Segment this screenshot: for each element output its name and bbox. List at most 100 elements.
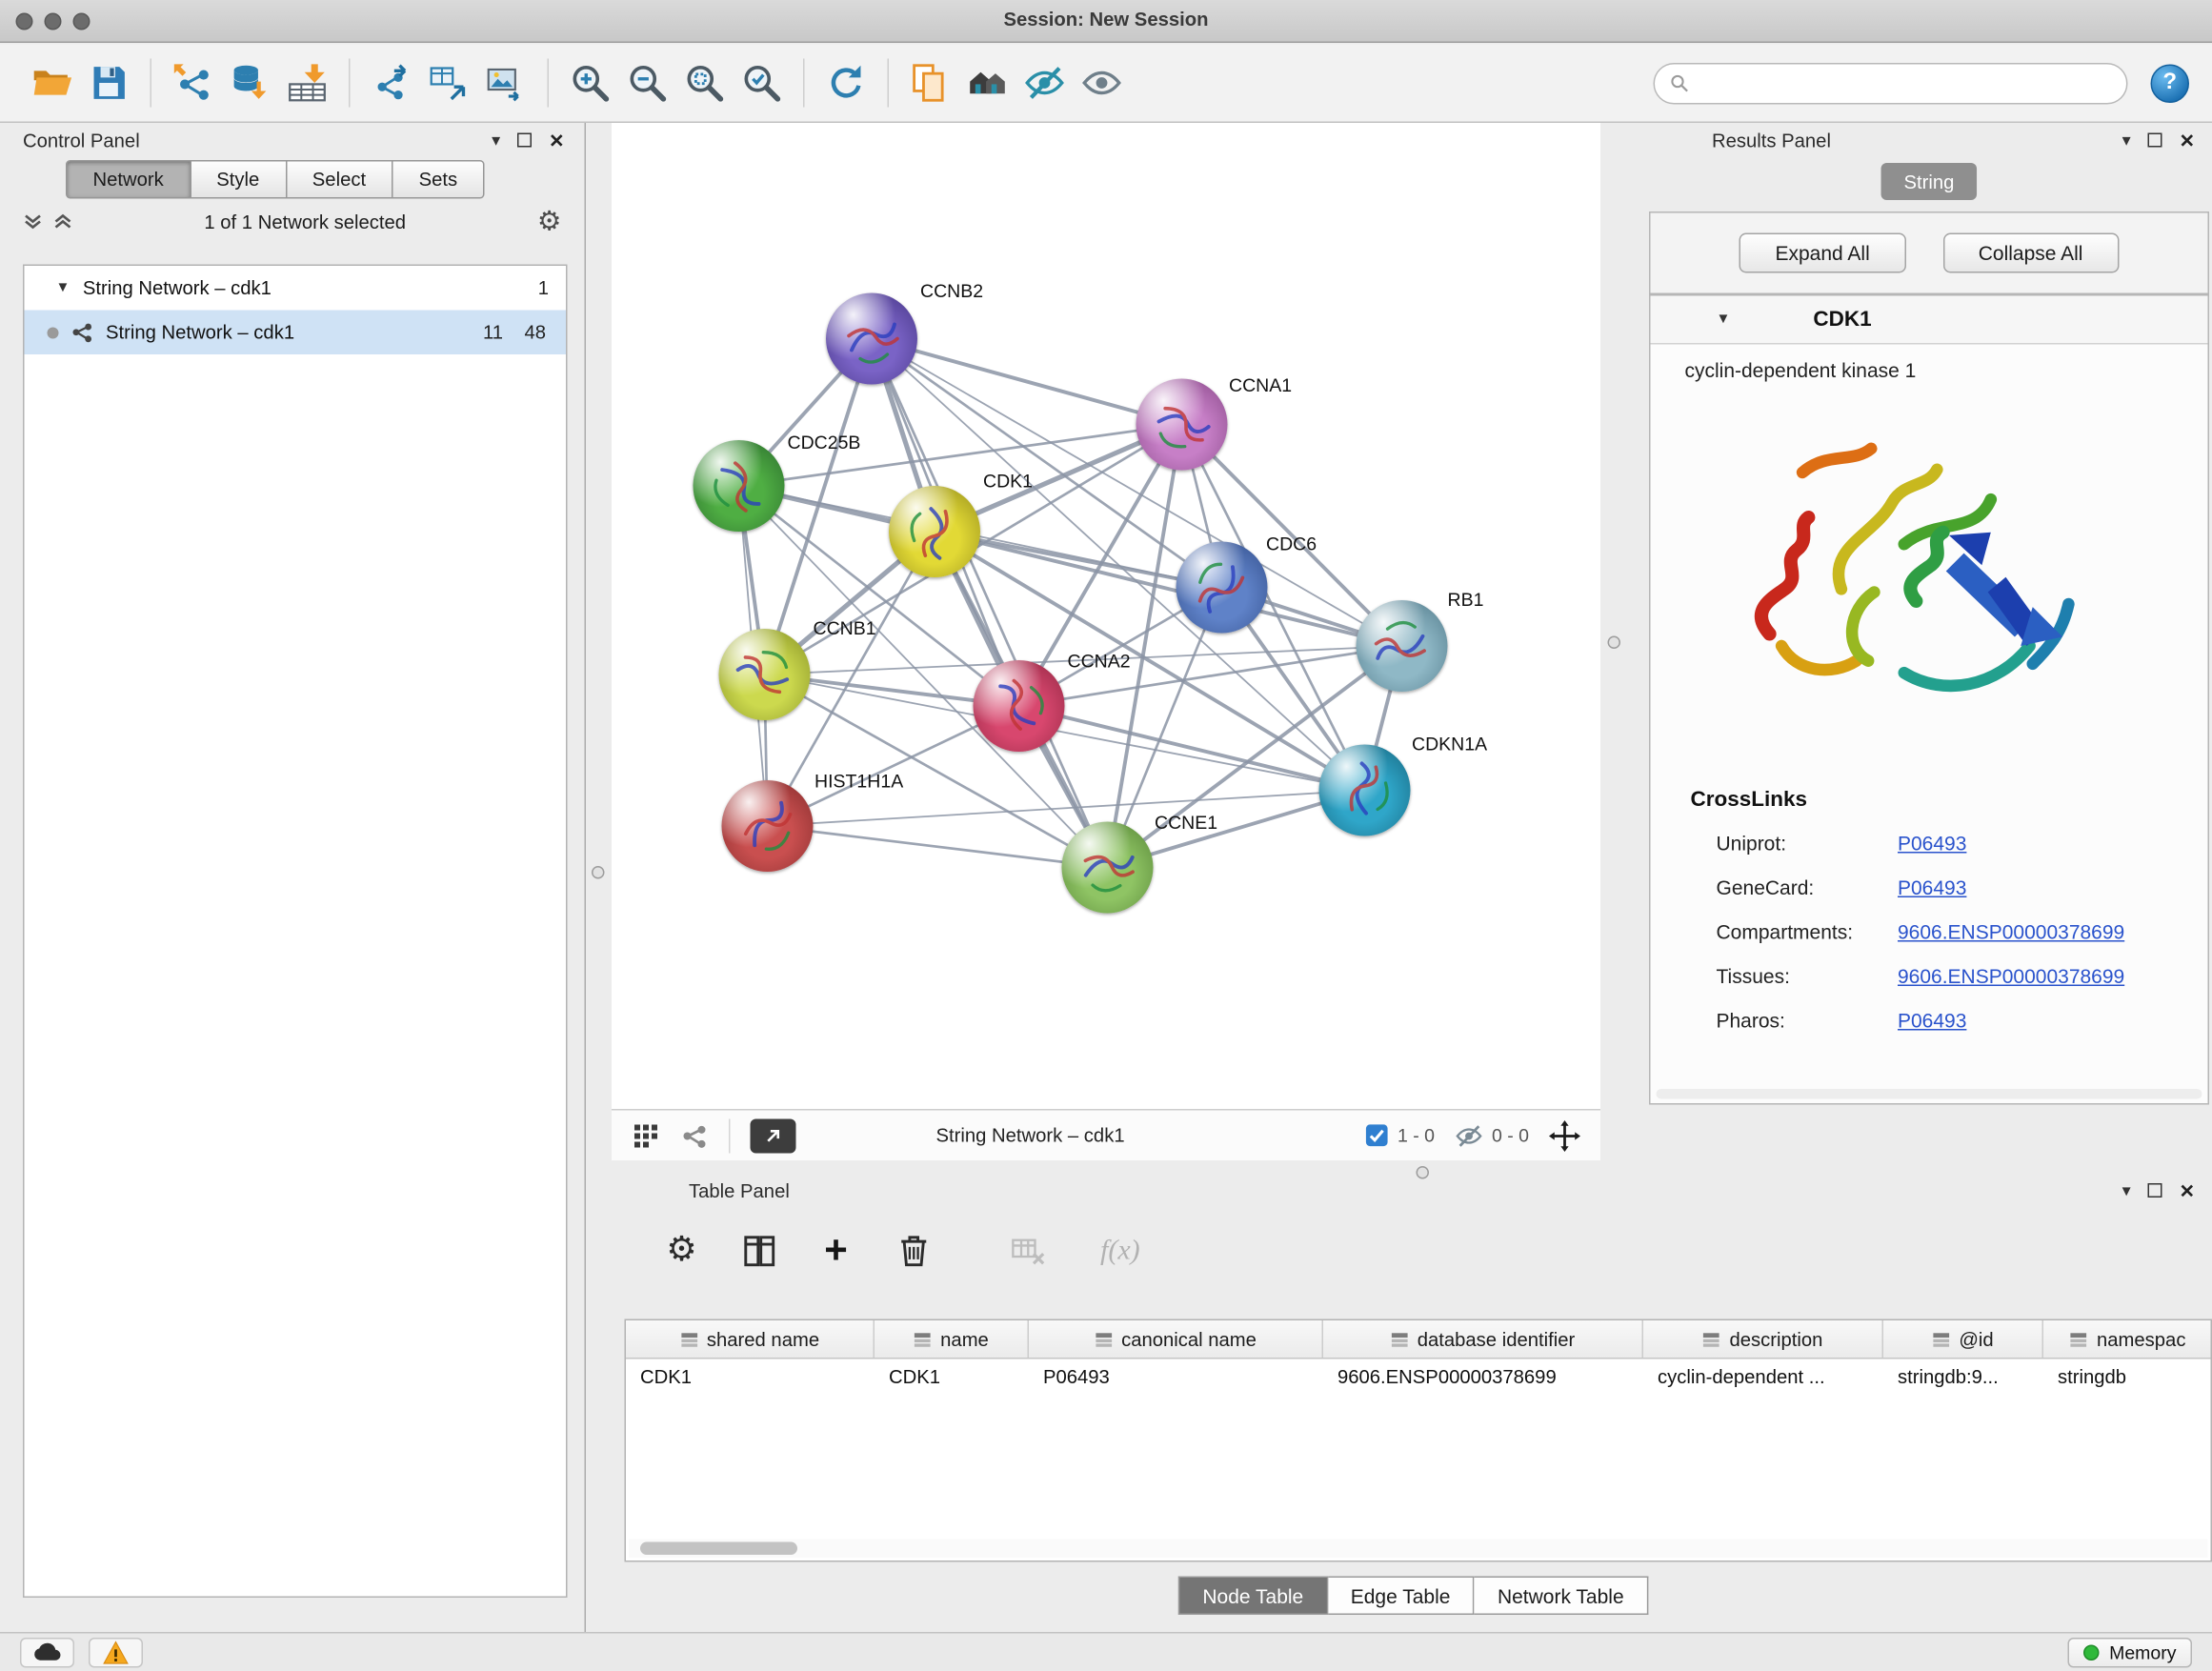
help-button[interactable]: ? <box>2151 64 2190 103</box>
table-cell[interactable]: CDK1 <box>875 1359 1029 1399</box>
table-tab-node-table[interactable]: Node Table <box>1178 1577 1328 1616</box>
import-network-file-button[interactable] <box>165 54 222 111</box>
table-cell[interactable]: stringdb:9... <box>1883 1359 2043 1399</box>
hide-selected-button[interactable] <box>1016 54 1074 111</box>
network-from-table-button[interactable] <box>420 54 477 111</box>
function-builder-button[interactable]: f(x) <box>1100 1234 1140 1267</box>
clone-network-button[interactable] <box>363 54 420 111</box>
tab-string[interactable]: String <box>1881 163 1978 200</box>
collapse-all-button[interactable]: Collapse All <box>1942 233 2119 273</box>
copy-document-button[interactable] <box>902 54 959 111</box>
column-header-namespac[interactable]: namespac <box>2043 1320 2212 1358</box>
memory-button[interactable]: Memory <box>2068 1637 2192 1667</box>
table-cell[interactable]: 9606.ENSP00000378699 <box>1323 1359 1643 1399</box>
pan-move-icon[interactable] <box>1549 1119 1580 1151</box>
collapse-all-icon[interactable] <box>23 211 43 232</box>
network-row-selected[interactable]: String Network – cdk1 11 48 <box>25 311 567 355</box>
control-tab-style[interactable]: Style <box>191 160 287 199</box>
control-panel-float-icon[interactable] <box>517 133 532 148</box>
control-tab-network[interactable]: Network <box>66 160 191 199</box>
network-node-ccnb2[interactable] <box>826 293 917 385</box>
network-canvas[interactable]: CCNB2CCNA1CDC25BCDK1CDC6RB1CCNB1CCNA2CDK… <box>612 123 1600 1109</box>
table-cell[interactable]: P06493 <box>1029 1359 1323 1399</box>
table-options-button[interactable]: ⚙ <box>657 1226 706 1275</box>
open-session-button[interactable] <box>23 54 80 111</box>
vertical-splitter-handle[interactable] <box>1608 636 1621 650</box>
table-panel-close-icon[interactable]: ✕ <box>2180 1181 2195 1200</box>
open-external-button[interactable] <box>751 1118 796 1153</box>
search-box[interactable] <box>1654 62 2128 104</box>
network-node-ccnb1[interactable] <box>719 629 811 720</box>
table-cell[interactable]: cyclin-dependent ... <box>1643 1359 1883 1399</box>
control-panel-close-icon[interactable]: ✕ <box>549 131 564 150</box>
entry-collapse-icon[interactable]: ▼ <box>1717 312 1731 328</box>
network-node-cdc6[interactable] <box>1176 542 1268 634</box>
birdseye-grid-icon[interactable] <box>632 1121 660 1150</box>
hidden-eye-slash-icon[interactable] <box>1455 1121 1483 1150</box>
scrollbar-thumb[interactable] <box>640 1542 797 1556</box>
horizontal-splitter-handle[interactable] <box>1417 1166 1430 1179</box>
crosslink-link[interactable]: P06493 <box>1898 876 1966 898</box>
results-panel-float-icon[interactable] <box>2148 133 2162 148</box>
table-tab-network-table[interactable]: Network Table <box>1475 1577 1648 1616</box>
results-panel-close-icon[interactable]: ✕ <box>2180 131 2195 150</box>
column-header-shared-name[interactable]: shared name <box>626 1320 875 1358</box>
column-header-canonical-name[interactable]: canonical name <box>1029 1320 1323 1358</box>
network-node-cdk1[interactable] <box>889 486 980 577</box>
zoom-in-button[interactable] <box>562 54 619 111</box>
warnings-button[interactable] <box>89 1637 143 1667</box>
table-panel-float-icon[interactable] <box>2148 1183 2162 1198</box>
network-collection-row[interactable]: ▼ String Network – cdk1 1 <box>25 266 567 311</box>
crosslink-link[interactable]: P06493 <box>1898 1008 1966 1031</box>
network-node-rb1[interactable] <box>1357 600 1448 692</box>
crosslink-link[interactable]: P06493 <box>1898 831 1966 854</box>
share-network-icon[interactable] <box>680 1121 709 1150</box>
zoom-fit-button[interactable] <box>676 54 734 111</box>
search-input[interactable] <box>1699 72 2113 94</box>
zoom-out-button[interactable] <box>619 54 676 111</box>
export-image-button[interactable] <box>477 54 534 111</box>
show-columns-button[interactable] <box>734 1226 783 1275</box>
show-graphics-details-button[interactable] <box>959 54 1016 111</box>
table-hscrollbar[interactable] <box>629 1540 2208 1559</box>
expand-all-button[interactable]: Expand All <box>1739 233 1905 273</box>
table-panel-menu-icon[interactable]: ▾ <box>2122 1182 2131 1199</box>
import-table-button[interactable] <box>279 54 336 111</box>
column-header-description[interactable]: description <box>1643 1320 1883 1358</box>
network-node-ccna2[interactable] <box>974 660 1065 752</box>
show-all-button[interactable] <box>1074 54 1131 111</box>
zoom-selected-button[interactable] <box>734 54 791 111</box>
table-cell[interactable]: CDK1 <box>626 1359 875 1399</box>
network-node-ccne1[interactable] <box>1062 822 1154 914</box>
import-network-database-button[interactable] <box>222 54 279 111</box>
network-node-cdkn1a[interactable] <box>1319 745 1411 836</box>
column-header-name[interactable]: name <box>875 1320 1029 1358</box>
add-column-button[interactable]: + <box>812 1226 860 1275</box>
network-options-gear-icon[interactable]: ⚙ <box>537 208 562 235</box>
clear-table-button[interactable] <box>1003 1226 1052 1275</box>
table-row[interactable]: CDK1CDK1P064939606.ENSP00000378699cyclin… <box>626 1359 2211 1399</box>
delete-column-button[interactable] <box>889 1226 937 1275</box>
crosslink-link[interactable]: 9606.ENSP00000378699 <box>1898 919 2124 942</box>
network-node-hist1h1a[interactable] <box>722 780 814 872</box>
network-node-cdc25b[interactable] <box>694 440 785 532</box>
control-panel-menu-icon[interactable]: ▾ <box>492 131 500 149</box>
table-tab-edge-table[interactable]: Edge Table <box>1328 1577 1475 1616</box>
selected-checkbox-icon[interactable] <box>1364 1123 1389 1148</box>
expand-all-icon[interactable] <box>53 211 73 232</box>
save-session-button[interactable] <box>80 54 137 111</box>
results-scrollbar[interactable] <box>1657 1089 2202 1099</box>
cloud-status-button[interactable] <box>20 1637 74 1667</box>
table-cell[interactable]: stringdb <box>2043 1359 2212 1399</box>
vertical-splitter-handle[interactable] <box>592 866 605 879</box>
control-tab-sets[interactable]: Sets <box>393 160 485 199</box>
column-header-database-identifier[interactable]: database identifier <box>1323 1320 1643 1358</box>
control-tab-select[interactable]: Select <box>287 160 393 199</box>
collection-expand-icon[interactable]: ▼ <box>56 280 70 296</box>
network-edge-ccnb2-ccne1[interactable] <box>872 339 1108 868</box>
results-panel-menu-icon[interactable]: ▾ <box>2122 131 2131 149</box>
crosslink-link[interactable]: 9606.ENSP00000378699 <box>1898 964 2124 987</box>
column-header-@id[interactable]: @id <box>1883 1320 2043 1358</box>
network-node-ccna1[interactable] <box>1136 379 1228 471</box>
apply-layout-button[interactable] <box>817 54 875 111</box>
